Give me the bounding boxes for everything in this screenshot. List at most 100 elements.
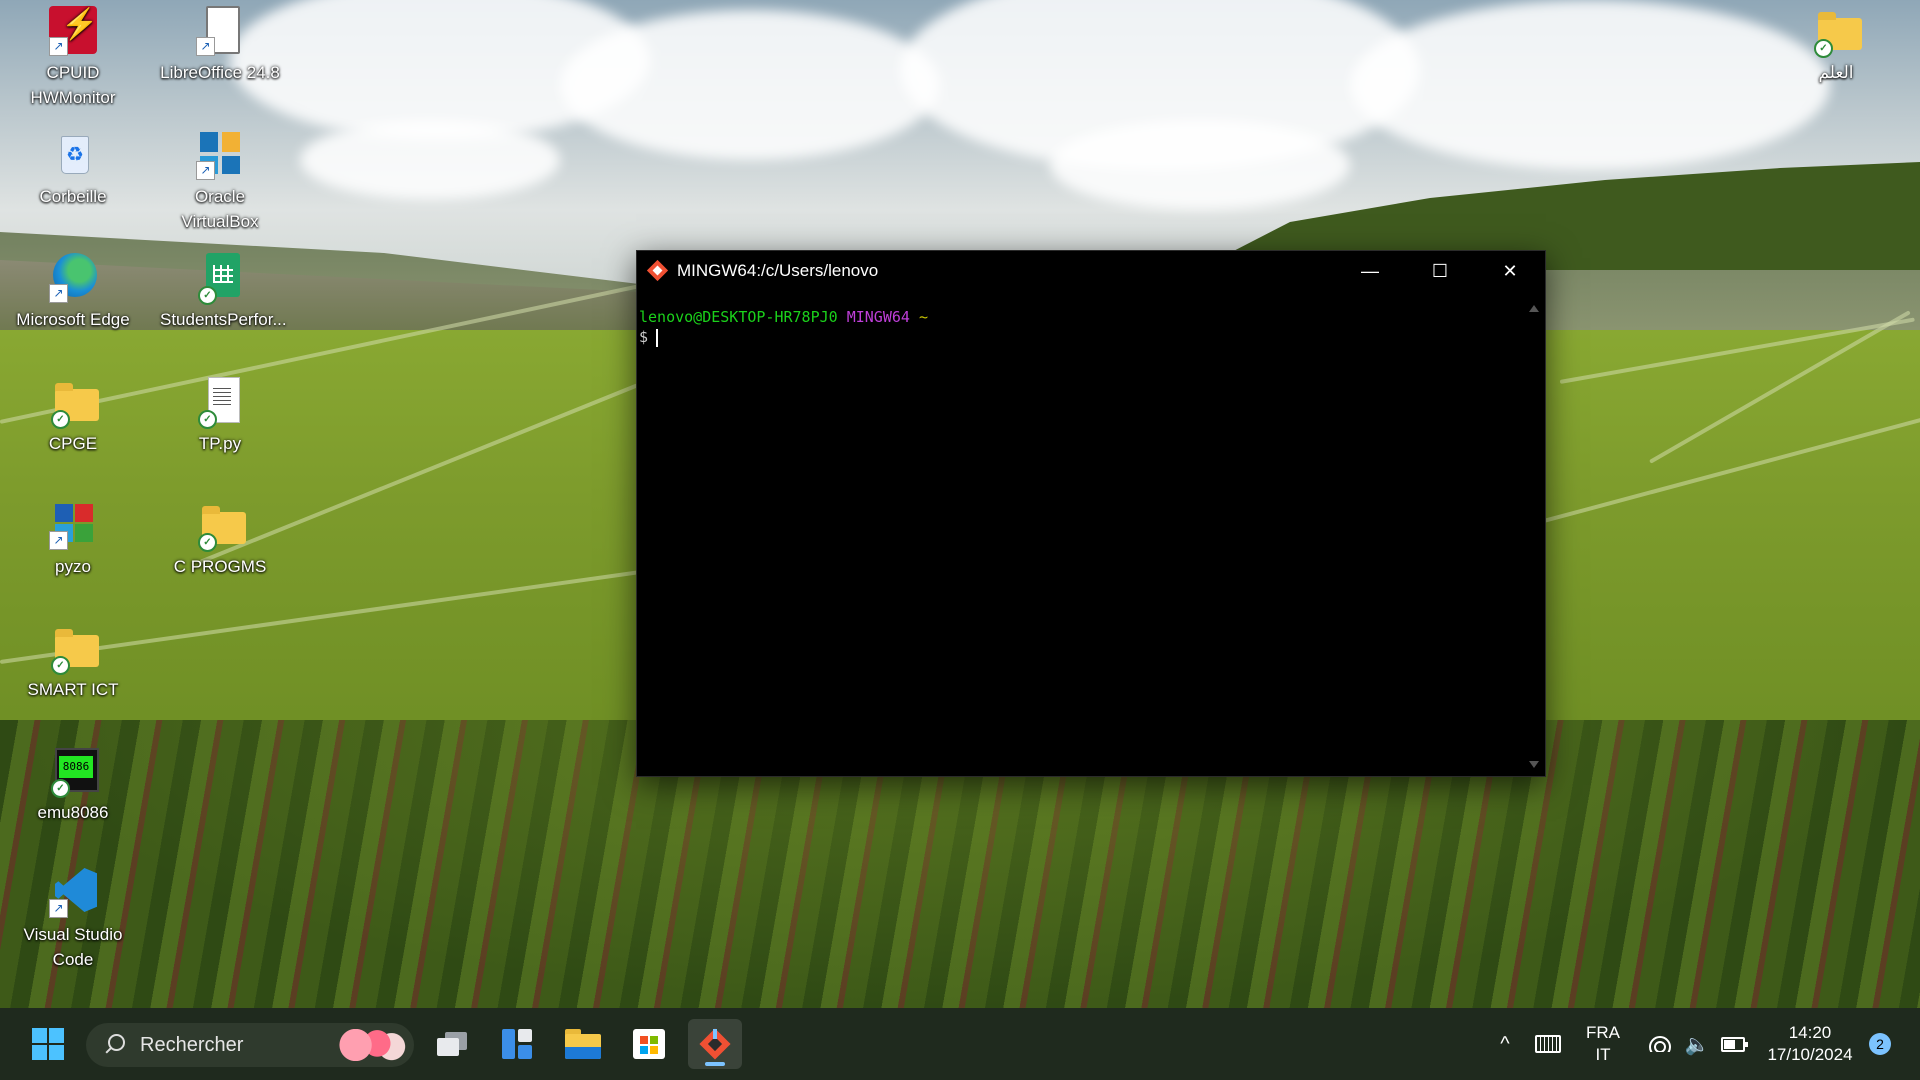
desktop-icon-cpge[interactable]: ✓ CPGE	[13, 377, 133, 456]
running-indicator	[705, 1062, 725, 1066]
terminal-window[interactable]: MINGW64:/c/Users/lenovo — ☐ ✕ lenovo@DES…	[636, 250, 1546, 777]
language-code: FRA	[1586, 1023, 1620, 1042]
speaker-icon: 🔈	[1684, 1033, 1710, 1056]
desktop-icon-label: SMART ICT	[27, 680, 119, 699]
chip-badge: 8086	[59, 756, 93, 778]
text-cursor	[656, 328, 659, 347]
battery-status[interactable]	[1716, 1008, 1750, 1080]
desktop-icon-tp-py[interactable]: ✓ TP.py	[160, 377, 280, 456]
clock[interactable]: 14:20 17/10/2024	[1760, 1008, 1860, 1080]
windows-logo-icon	[32, 1028, 64, 1060]
microsoft-store-button[interactable]	[622, 1019, 676, 1069]
shortcut-arrow-icon: ↗	[49, 531, 68, 550]
scroll-up-arrow-icon[interactable]	[1529, 305, 1539, 312]
emu8086-chip-icon: 8086 ✓	[47, 746, 99, 798]
widgets-button[interactable]	[490, 1019, 544, 1069]
wifi-status[interactable]	[1643, 1008, 1677, 1080]
folder-icon: ✓	[47, 623, 99, 675]
git-bash-icon	[698, 1027, 732, 1061]
recycle-bin-icon: ♻	[47, 130, 99, 182]
desktop-icon-edge[interactable]: ↗ Microsoft Edge	[13, 253, 133, 332]
git-bash-icon	[646, 259, 669, 282]
sync-check-icon: ✓	[1814, 39, 1833, 58]
search-icon	[104, 1034, 126, 1056]
show-hidden-icons-button[interactable]: ^	[1490, 1008, 1520, 1080]
desktop-icon-libreoffice[interactable]: ↗ LibreOffice 24.8	[160, 6, 280, 85]
maximize-button[interactable]: ☐	[1405, 251, 1475, 291]
desktop-icon-emu8086[interactable]: 8086 ✓ emu8086	[13, 746, 133, 825]
store-icon	[633, 1029, 665, 1059]
wifi-icon	[1649, 1036, 1671, 1052]
file-explorer-button[interactable]	[556, 1019, 610, 1069]
volume-status[interactable]: 🔈	[1680, 1008, 1714, 1080]
desktop-icon-label: pyzo	[55, 557, 91, 576]
desktop-icon-label: CPGE	[48, 434, 98, 453]
desktop-icon-folder-arabic[interactable]: ✓ العلم	[1776, 6, 1896, 85]
terminal-title-bar[interactable]: MINGW64:/c/Users/lenovo — ☐ ✕	[637, 251, 1545, 291]
battery-icon	[1721, 1036, 1748, 1052]
folder-icon: ✓	[1810, 6, 1862, 58]
sync-check-icon: ✓	[198, 410, 217, 429]
keyboard-layout: IT	[1595, 1045, 1611, 1064]
task-view-icon	[437, 1032, 467, 1056]
desktop-icon-c-progms[interactable]: ✓ C PROGMS	[160, 500, 280, 579]
git-bash-taskbar-button[interactable]	[688, 1019, 742, 1069]
notification-center-button[interactable]: 2	[1864, 1008, 1896, 1080]
file-explorer-icon	[565, 1029, 601, 1059]
prompt-symbol: $	[639, 328, 649, 346]
desktop-icon-label: CPUID	[46, 63, 100, 82]
desktop-icon-virtualbox[interactable]: ↗ Oracle VirtualBox	[160, 130, 280, 234]
notification-badge: 2	[1869, 1033, 1891, 1055]
terminal-scrollbar[interactable]	[1523, 291, 1545, 776]
desktop-icon-pyzo[interactable]: ↗ pyzo	[13, 500, 133, 579]
prompt-line: lenovo@DESKTOP-HR78PJ0 MINGW64 ~	[639, 307, 1523, 327]
desktop-icon-label: TP.py	[198, 434, 242, 453]
desktop-icon-smart-ict[interactable]: ✓ SMART ICT	[13, 623, 133, 702]
virtualbox-icon: ↗	[194, 130, 246, 182]
taskbar: Rechercher ^ FRA IT 🔈 14:20 17/10/2024 2	[0, 1008, 1920, 1080]
desktop-icon-label: C PROGMS	[173, 557, 267, 576]
desktop-icon-label: HWMonitor	[30, 88, 116, 107]
input-line[interactable]: $	[639, 327, 1523, 347]
touch-keyboard-button[interactable]	[1530, 1008, 1566, 1080]
task-view-button[interactable]	[425, 1019, 479, 1069]
shortcut-arrow-icon: ↗	[196, 161, 215, 180]
sync-check-icon: ✓	[51, 656, 70, 675]
start-button[interactable]	[21, 1019, 75, 1069]
desktop-icon-label: Code	[52, 950, 94, 969]
shortcut-arrow-icon: ↗	[49, 37, 68, 56]
desktop-icon-label: LibreOffice 24.8	[160, 63, 280, 82]
python-file-icon: ✓	[194, 377, 246, 429]
close-button[interactable]: ✕	[1475, 251, 1545, 291]
language-indicator[interactable]: FRA IT	[1576, 1008, 1630, 1080]
taskbar-search-box[interactable]: Rechercher	[86, 1023, 414, 1067]
desktop-icon-label: Visual Studio	[23, 925, 123, 944]
minimize-button[interactable]: —	[1335, 251, 1405, 291]
shortcut-arrow-icon: ↗	[196, 37, 215, 56]
prompt-env: MINGW64	[846, 308, 910, 326]
desktop-icon-label: StudentsPerfor...	[160, 310, 287, 329]
clock-date: 17/10/2024	[1767, 1045, 1853, 1064]
folder-icon: ✓	[194, 500, 246, 552]
scroll-down-arrow-icon[interactable]	[1529, 761, 1539, 768]
shortcut-arrow-icon: ↗	[49, 899, 68, 918]
desktop-icon-students-file[interactable]: ✓ StudentsPerfor...	[160, 253, 287, 332]
desktop-icon-label: emu8086	[37, 803, 109, 822]
document-icon: ↗	[194, 6, 246, 58]
desktop-icon-vscode[interactable]: ↗ Visual Studio Code	[13, 868, 133, 972]
desktop-icon-label: Corbeille	[39, 187, 107, 206]
prompt-user-host: lenovo@DESKTOP-HR78PJ0	[639, 308, 838, 326]
sync-check-icon: ✓	[198, 533, 217, 552]
desktop-icon-label: Microsoft Edge	[16, 310, 130, 329]
desktop-icon-label: العلم	[1818, 63, 1854, 82]
vscode-icon: ↗	[47, 868, 99, 920]
spreadsheet-icon: ✓	[194, 253, 246, 305]
sync-check-icon: ✓	[198, 286, 217, 305]
clock-time: 14:20	[1788, 1023, 1832, 1042]
widgets-icon	[502, 1029, 532, 1059]
terminal-output[interactable]: lenovo@DESKTOP-HR78PJ0 MINGW64 ~ $	[637, 307, 1523, 776]
desktop-icon-hwmonitor[interactable]: ⚡ ↗ CPUID HWMonitor	[13, 6, 133, 110]
folder-icon: ✓	[47, 377, 99, 429]
desktop-icon-recycle-bin[interactable]: ♻ Corbeille	[13, 130, 133, 209]
chevron-up-icon: ^	[1500, 1032, 1510, 1055]
